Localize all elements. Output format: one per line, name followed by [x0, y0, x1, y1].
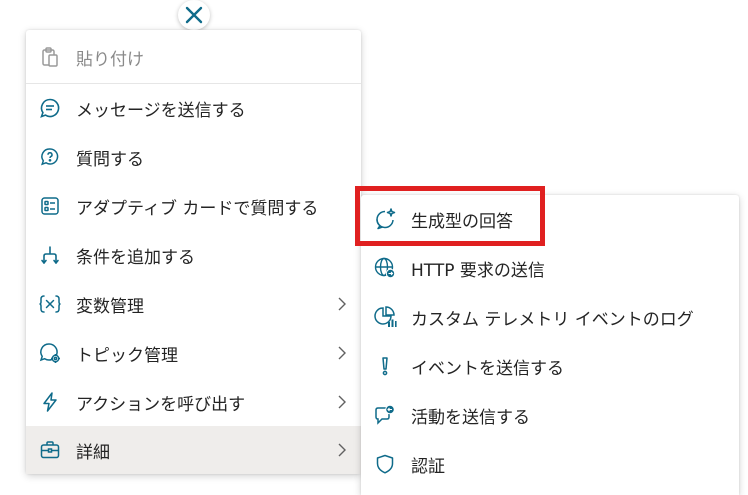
- submenu-item-label: イベントを送信する: [411, 358, 564, 379]
- menu-item-label: トピック管理: [76, 345, 178, 366]
- menu-item-variable-management[interactable]: 変数管理: [26, 280, 361, 328]
- topic-gear-icon: [38, 341, 62, 365]
- briefcase-icon: [38, 438, 62, 462]
- menu-item-paste[interactable]: 貼り付け: [26, 33, 361, 81]
- menu-item-label: メッセージを送信する: [76, 100, 246, 121]
- close-button[interactable]: [178, 0, 210, 30]
- submenu-item-http-request[interactable]: HTTP 要求の送信: [361, 244, 739, 292]
- add-node-menu: 貼り付け メッセージを送信する 質問する アダプティブ カードで質問する 条件を…: [26, 30, 361, 474]
- menu-item-label: アダプティブ カードで質問する: [76, 198, 319, 219]
- submenu-item-label: HTTP 要求の送信: [411, 260, 545, 281]
- paste-icon: [38, 45, 62, 69]
- adaptive-card-icon: [38, 194, 62, 218]
- question-bubble-icon: [38, 145, 62, 169]
- variable-icon: [38, 292, 62, 316]
- exclamation-icon: [373, 354, 397, 378]
- menu-item-details[interactable]: 詳細: [26, 426, 361, 474]
- menu-item-label: 条件を追加する: [76, 247, 195, 268]
- close-icon: [185, 6, 203, 24]
- submenu-item-authentication[interactable]: 認証: [361, 440, 739, 488]
- menu-item-topic-management[interactable]: トピック管理: [26, 329, 361, 377]
- shield-icon: [373, 452, 397, 476]
- submenu-item-label: 認証: [411, 456, 445, 477]
- submenu-item-label: 生成型の回答: [411, 211, 513, 232]
- menu-item-ask-question[interactable]: 質問する: [26, 133, 361, 181]
- submenu-item-send-activity[interactable]: 活動を送信する: [361, 391, 739, 439]
- menu-item-label: 貼り付け: [76, 49, 144, 70]
- chevron-right-icon: [338, 443, 346, 457]
- activity-send-icon: [373, 403, 397, 427]
- menu-item-call-action[interactable]: アクションを呼び出す: [26, 378, 361, 426]
- menu-item-send-message[interactable]: メッセージを送信する: [26, 84, 361, 132]
- submenu-item-generative-answers[interactable]: 生成型の回答: [361, 195, 739, 243]
- menu-item-label: アクションを呼び出す: [76, 394, 246, 415]
- menu-item-label: 変数管理: [76, 296, 144, 317]
- chat-bubble-icon: [38, 96, 62, 120]
- lightning-icon: [38, 390, 62, 414]
- globe-send-icon: [373, 256, 397, 280]
- submenu-item-label: 活動を送信する: [411, 407, 530, 428]
- submenu-item-custom-telemetry[interactable]: カスタム テレメトリ イベントのログ: [361, 293, 739, 341]
- menu-item-label: 質問する: [76, 149, 144, 170]
- generative-answer-icon: [373, 207, 397, 231]
- branch-icon: [38, 243, 62, 267]
- menu-item-add-condition[interactable]: 条件を追加する: [26, 231, 361, 279]
- telemetry-chart-icon: [373, 305, 397, 329]
- menu-item-label: 詳細: [76, 442, 110, 463]
- submenu-item-send-event[interactable]: イベントを送信する: [361, 342, 739, 390]
- chevron-right-icon: [338, 346, 346, 360]
- chevron-right-icon: [338, 297, 346, 311]
- chevron-right-icon: [338, 395, 346, 409]
- menu-item-adaptive-card[interactable]: アダプティブ カードで質問する: [26, 182, 361, 230]
- submenu-item-label: カスタム テレメトリ イベントのログ: [411, 309, 694, 330]
- details-submenu: 生成型の回答 HTTP 要求の送信 カスタム テレメトリ イベントのログ イベン…: [361, 195, 739, 495]
